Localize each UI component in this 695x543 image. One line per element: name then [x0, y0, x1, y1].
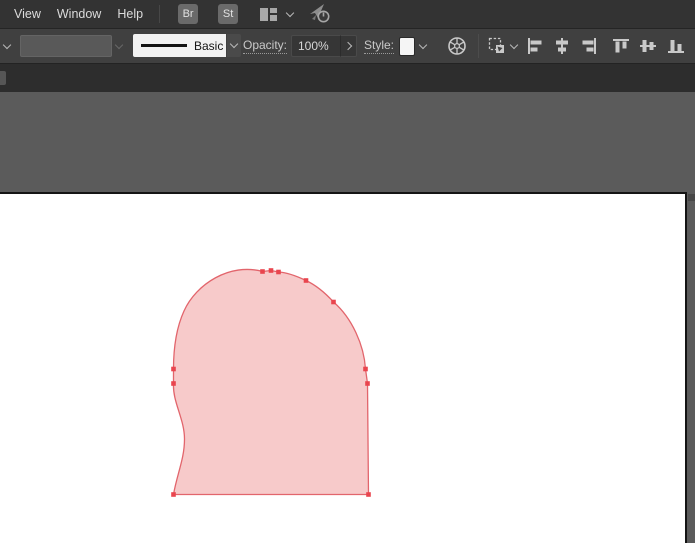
align-right-icon — [582, 38, 596, 54]
menu-bar: View Window Help Br St — [0, 0, 695, 29]
canvas-area — [0, 192, 695, 543]
selected-shape-path[interactable] — [172, 268, 370, 496]
style-swatch[interactable] — [399, 37, 415, 56]
chevron-right-icon — [343, 41, 352, 51]
align-right-button[interactable] — [580, 37, 598, 55]
chevron-down-icon — [229, 39, 239, 49]
truncated-control-chevron-down-icon[interactable] — [2, 40, 12, 50]
align-bottom-button[interactable] — [667, 37, 685, 55]
style-chevron-down-icon[interactable] — [418, 40, 428, 50]
illustrator-window: { "menu_bar": { "items": [ { "label": "V… — [0, 0, 695, 543]
select-similar-button[interactable] — [488, 37, 519, 55]
anchor-point[interactable] — [171, 366, 176, 372]
anchor-point[interactable] — [366, 492, 371, 497]
brush-definition-chevron-button[interactable] — [227, 34, 241, 57]
anchor-point[interactable] — [276, 269, 281, 275]
align-left-button[interactable] — [526, 37, 544, 55]
recolor-artwork-button[interactable] — [447, 36, 467, 61]
workspace-pane — [260, 7, 269, 21]
align-vertical-center-icon — [640, 40, 656, 52]
anchor-point[interactable] — [268, 268, 274, 273]
select-similar-icon — [488, 37, 504, 53]
anchor-point[interactable] — [171, 381, 176, 386]
align-bottom-icon — [668, 40, 684, 53]
menu-separator — [159, 5, 161, 23]
brush-definition-dropdown[interactable]: Basic — [133, 34, 226, 57]
anchor-point[interactable] — [365, 381, 370, 386]
color-wheel-icon — [448, 37, 466, 55]
workspace-pane — [270, 15, 278, 21]
width-profile-chevron-down-icon — [114, 40, 124, 50]
width-profile-dropdown-disabled — [20, 35, 112, 57]
style-label[interactable]: Style: — [364, 38, 395, 54]
anchor-point[interactable] — [363, 366, 368, 372]
workspace-switcher-icon[interactable] — [260, 7, 278, 21]
menu-window[interactable]: Window — [49, 0, 109, 28]
opacity-more-button[interactable] — [340, 35, 357, 57]
menu-view[interactable]: View — [6, 0, 49, 28]
anchor-point[interactable] — [303, 278, 309, 283]
menu-help[interactable]: Help — [109, 0, 151, 28]
document-tab-strip — [0, 64, 695, 92]
bridge-button[interactable]: Br — [178, 4, 199, 24]
control-bar: Basic Opacity: 100% Style: — [0, 29, 695, 64]
anchor-point[interactable] — [331, 299, 336, 305]
chevron-down-icon — [509, 40, 519, 50]
opacity-label[interactable]: Opacity: — [243, 38, 288, 54]
align-left-icon — [528, 38, 542, 54]
gpu-performance-rocket-icon[interactable] — [309, 3, 333, 25]
align-top-button[interactable] — [612, 37, 630, 55]
control-separator — [478, 34, 479, 58]
truncated-tab-fragment — [0, 71, 6, 85]
stock-button[interactable]: St — [218, 4, 239, 24]
align-horizontal-center-button[interactable] — [553, 37, 571, 55]
workspace-pane — [270, 7, 278, 13]
brush-definition-value: Basic — [194, 38, 224, 53]
align-top-icon — [613, 39, 629, 53]
pasteboard[interactable] — [0, 92, 695, 192]
rocket-glyph — [310, 4, 330, 23]
artwork-svg — [171, 268, 371, 497]
align-vertical-center-button[interactable] — [639, 37, 657, 55]
opacity-input[interactable]: 100% — [291, 35, 340, 57]
stroke-preview-line — [141, 44, 187, 47]
anchor-point[interactable] — [260, 269, 265, 274]
anchor-point[interactable] — [171, 492, 176, 497]
workspace-chevron-down-icon[interactable] — [285, 8, 295, 17]
align-horizontal-center-icon — [556, 38, 568, 54]
